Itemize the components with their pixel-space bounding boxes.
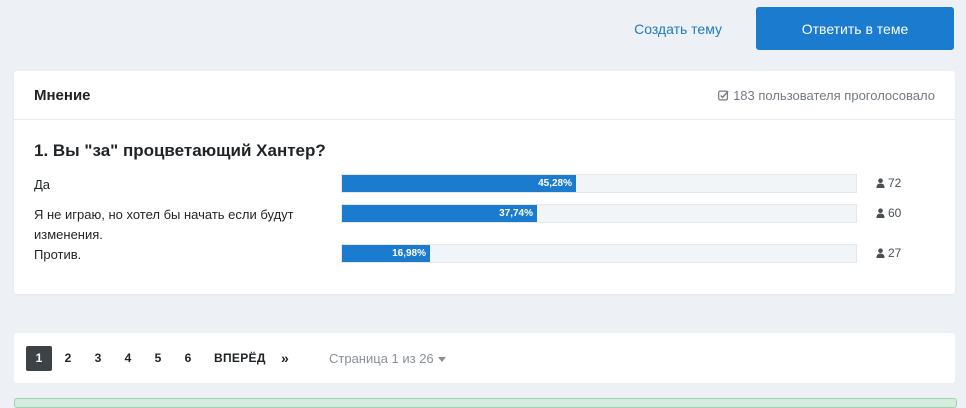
- page-info-text: Страница 1 из 26: [329, 351, 434, 366]
- page-jump-dropdown[interactable]: Страница 1 из 26: [329, 346, 446, 371]
- poll-option-votes-value: 60: [888, 206, 902, 220]
- last-page-link[interactable]: »: [281, 346, 289, 371]
- poll-option-label: Против.: [34, 247, 82, 262]
- poll-option-label: Я не играю, но хотел бы начать если буду…: [34, 207, 294, 242]
- user-icon: [876, 178, 885, 188]
- page-6-link[interactable]: 6: [175, 346, 201, 371]
- top-actions: Создать тему Ответить в теме: [634, 7, 954, 50]
- poll-option-percent: 37,74%: [499, 208, 533, 219]
- poll-option-label: Да: [34, 177, 51, 192]
- poll-option-bar: 45,28%: [341, 174, 857, 193]
- voters-count: 183 пользователя проголосовало: [718, 88, 935, 103]
- user-icon: [876, 208, 885, 218]
- check-square-icon: [718, 90, 729, 100]
- poll-card: Мнение 183 пользователя проголосовало 1.…: [14, 71, 955, 294]
- pagination: 1 2 3 4 5 6 ВПЕРЁД » Страница 1 из 26: [14, 333, 955, 383]
- page-4-link[interactable]: 4: [115, 346, 141, 371]
- poll-option-votes: 60: [876, 206, 901, 220]
- page-2-link[interactable]: 2: [55, 346, 81, 371]
- poll-option-votes: 72: [876, 176, 901, 190]
- poll-option-votes: 27: [876, 246, 901, 260]
- reply-topic-button[interactable]: Ответить в теме: [756, 7, 954, 50]
- page-3-link[interactable]: 3: [85, 346, 111, 371]
- poll-option-votes-value: 27: [888, 246, 902, 260]
- poll-option-bar: 16,98%: [341, 244, 857, 263]
- caret-down-icon: [437, 357, 446, 363]
- poll-question: 1. Вы "за" процветающий Хантер?: [34, 141, 326, 160]
- poll-title: Мнение: [34, 86, 91, 104]
- next-page-link[interactable]: ВПЕРЁД: [214, 346, 266, 371]
- page-5-link[interactable]: 5: [145, 346, 171, 371]
- poll-option-bar: 37,74%: [341, 204, 857, 223]
- voters-text: 183 пользователя проголосовало: [733, 87, 935, 103]
- notice-strip: [14, 398, 957, 408]
- poll-option-percent: 16,98%: [392, 248, 426, 259]
- user-icon: [876, 248, 885, 258]
- poll-option-votes-value: 72: [888, 176, 902, 190]
- create-topic-link[interactable]: Создать тему: [634, 21, 722, 37]
- poll-option-percent: 45,28%: [538, 178, 572, 189]
- poll-header: Мнение 183 пользователя проголосовало: [14, 71, 955, 120]
- page-1-link[interactable]: 1: [26, 346, 52, 371]
